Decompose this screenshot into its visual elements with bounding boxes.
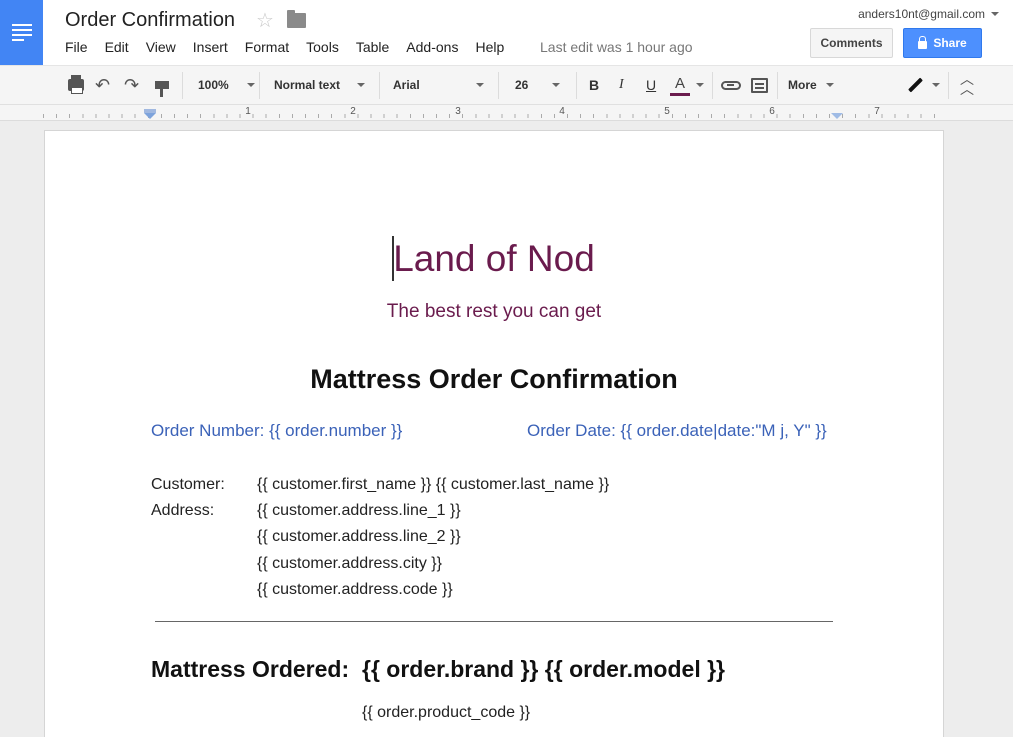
ruler-number: 2: [350, 106, 356, 117]
ruler-number: 1: [245, 106, 251, 117]
toolbar-divider: [576, 72, 577, 99]
text-color-letter: A: [674, 74, 685, 92]
right-indent-marker[interactable]: [831, 113, 843, 119]
account-email: anders10nt@gmail.com: [858, 7, 985, 21]
paint-format-button[interactable]: [155, 66, 169, 104]
chevron-down-icon: [246, 83, 255, 87]
menu-add-ons[interactable]: Add-ons: [406, 39, 458, 55]
chevron-down-icon: [357, 83, 366, 87]
insert-comment-button[interactable]: [751, 66, 768, 104]
insert-link-button[interactable]: [721, 66, 741, 104]
double-chevron-up-icon: ︿ ︿: [960, 71, 974, 97]
ruler-number: 4: [559, 106, 565, 117]
text-color-button[interactable]: A: [670, 66, 704, 104]
star-icon[interactable]: ☆: [256, 8, 274, 33]
app-header: Order Confirmation ☆ File Edit View Inse…: [0, 0, 1013, 65]
address-line[interactable]: {{ customer.address.line_1 }}: [257, 502, 461, 520]
collapse-menus-button[interactable]: ︿ ︿: [960, 66, 974, 104]
formatting-toolbar: ↶ ↷ 100% Normal text Arial 26 B I U A Mo…: [0, 65, 1013, 105]
font-size-value: 26: [515, 78, 529, 92]
comment-icon: [751, 77, 768, 93]
redo-icon: ↷: [124, 75, 140, 95]
menu-insert[interactable]: Insert: [193, 39, 228, 55]
folder-icon[interactable]: [287, 10, 306, 28]
last-edit-status[interactable]: Last edit was 1 hour ago: [540, 39, 693, 55]
redo-button[interactable]: ↷: [124, 66, 139, 104]
print-button[interactable]: [68, 66, 84, 104]
toolbar-divider: [777, 72, 778, 99]
chevron-down-icon: [825, 83, 834, 87]
undo-button[interactable]: ↶: [95, 66, 110, 104]
print-icon: [68, 75, 84, 94]
paint-roller-icon: [155, 81, 169, 97]
customer-value[interactable]: {{ customer.first_name }} {{ customer.la…: [257, 476, 609, 494]
toolbar-divider: [259, 72, 260, 99]
doc-subtitle-text[interactable]: The best rest you can get: [44, 301, 944, 323]
ruler-number: 6: [769, 106, 775, 117]
underline-button[interactable]: U: [646, 66, 656, 104]
font-select[interactable]: Arial: [393, 66, 484, 104]
chevron-down-icon: [932, 83, 940, 87]
style-select[interactable]: Normal text: [274, 66, 366, 104]
lock-icon: [918, 36, 928, 49]
menu-format[interactable]: Format: [245, 39, 289, 55]
pencil-icon: [908, 77, 923, 93]
mattress-ordered-label[interactable]: Mattress Ordered:: [151, 656, 349, 683]
address-line[interactable]: {{ customer.address.line_2 }}: [257, 528, 461, 546]
chevron-down-icon: [991, 12, 999, 16]
menu-file[interactable]: File: [65, 39, 88, 55]
doc-heading[interactable]: Mattress Order Confirmation: [44, 364, 944, 395]
horizontal-rule: [155, 621, 833, 622]
link-icon: [721, 80, 741, 90]
docs-home-icon[interactable]: [0, 0, 43, 65]
document-title[interactable]: Order Confirmation: [65, 9, 235, 32]
chevron-down-icon: [696, 83, 704, 87]
more-label: More: [788, 78, 817, 92]
font-value: Arial: [393, 78, 420, 92]
product-code-field[interactable]: {{ order.product_code }}: [362, 704, 530, 722]
mattress-ordered-value[interactable]: {{ order.brand }} {{ order.model }}: [362, 656, 725, 683]
toolbar-divider: [712, 72, 713, 99]
order-number-field[interactable]: Order Number: {{ order.number }}: [151, 421, 402, 441]
account-switcher[interactable]: anders10nt@gmail.com: [858, 7, 999, 21]
toolbar-divider: [498, 72, 499, 99]
doc-title-text[interactable]: Land of Nod: [44, 238, 944, 280]
address-line[interactable]: {{ customer.address.city }}: [257, 555, 442, 573]
font-size-select[interactable]: 26: [515, 66, 561, 104]
menu-help[interactable]: Help: [475, 39, 504, 55]
address-label[interactable]: Address:: [151, 502, 214, 520]
toolbar-divider: [182, 72, 183, 99]
toolbar-divider: [948, 72, 949, 99]
toolbar-divider: [379, 72, 380, 99]
ruler-ticks: [43, 114, 943, 118]
share-label: Share: [933, 36, 967, 50]
style-value: Normal text: [274, 78, 341, 92]
menu-table[interactable]: Table: [356, 39, 389, 55]
chevron-down-icon: [552, 83, 561, 87]
customer-label[interactable]: Customer:: [151, 476, 225, 494]
editing-mode-button[interactable]: [907, 66, 940, 104]
zoom-value: 100%: [198, 78, 229, 92]
menu-edit[interactable]: Edit: [105, 39, 129, 55]
text-color-swatch: [670, 92, 690, 96]
ruler-number: 3: [455, 106, 461, 117]
left-indent-marker[interactable]: [144, 113, 156, 119]
menu-view[interactable]: View: [146, 39, 176, 55]
text-color-icon: A: [670, 75, 690, 96]
zoom-select[interactable]: 100%: [198, 66, 255, 104]
bold-button[interactable]: B: [589, 66, 599, 104]
undo-icon: ↶: [95, 75, 111, 95]
ruler-number: 5: [664, 106, 670, 117]
italic-button[interactable]: I: [619, 66, 624, 104]
menu-tools[interactable]: Tools: [306, 39, 339, 55]
menu-bar: File Edit View Insert Format Tools Table…: [65, 39, 521, 55]
comments-button[interactable]: Comments: [810, 28, 893, 58]
address-line[interactable]: {{ customer.address.code }}: [257, 581, 453, 599]
ruler-number: 7: [874, 106, 880, 117]
share-button[interactable]: Share: [903, 28, 982, 58]
chevron-down-icon: [475, 83, 484, 87]
order-date-field[interactable]: Order Date: {{ order.date|date:"M j, Y" …: [527, 421, 827, 441]
more-button[interactable]: More: [788, 66, 834, 104]
